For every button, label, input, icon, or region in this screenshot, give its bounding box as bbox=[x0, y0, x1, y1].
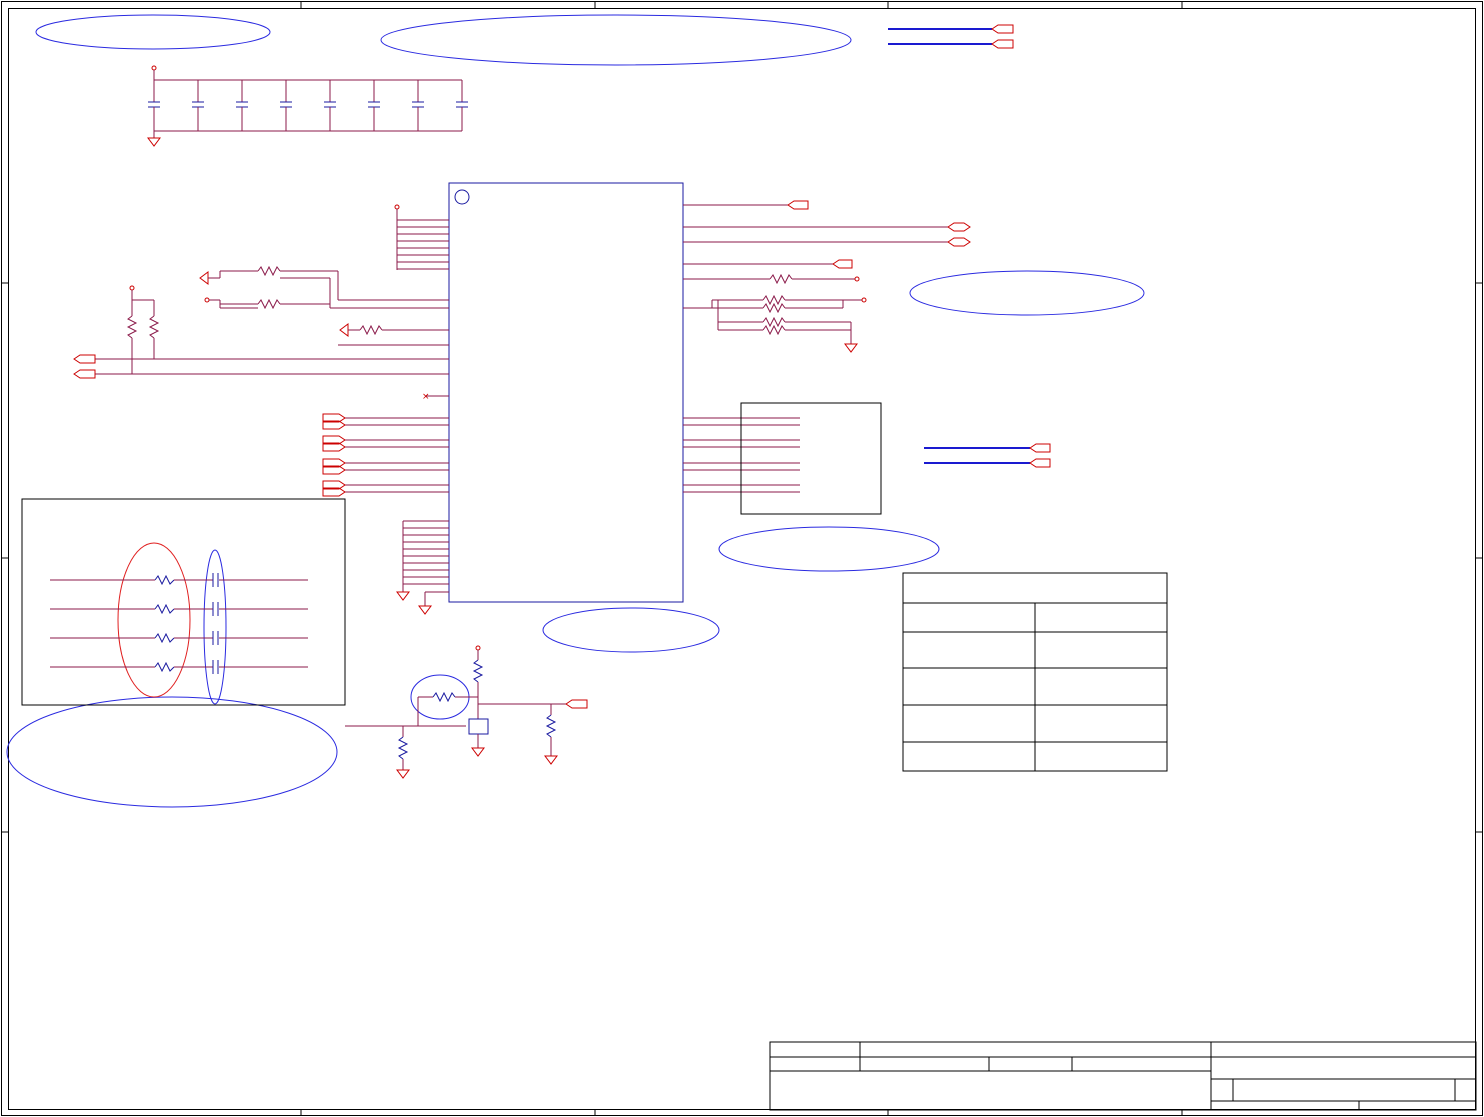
annotation-ellipses bbox=[6, 14, 1145, 808]
capacitors bbox=[148, 80, 468, 131]
input-net-labels: × bbox=[322, 392, 430, 497]
ic-left-pins bbox=[73, 204, 449, 615]
inset-box bbox=[21, 498, 346, 706]
bus-lines-mid bbox=[924, 443, 1051, 468]
decoupling-capacitor-bank bbox=[147, 65, 462, 147]
config-table bbox=[902, 572, 1168, 772]
schematic-sheet: × bbox=[1, 1, 1483, 1116]
title-block bbox=[769, 1041, 1477, 1111]
bus-lines-top bbox=[888, 24, 1014, 49]
main-ic bbox=[448, 182, 684, 603]
transistor-circuit bbox=[345, 645, 588, 779]
highlight-ellipse bbox=[117, 542, 191, 698]
svg-text:×: × bbox=[422, 392, 430, 402]
connector-box bbox=[740, 402, 882, 515]
drawing-frame bbox=[1, 1, 1483, 1116]
